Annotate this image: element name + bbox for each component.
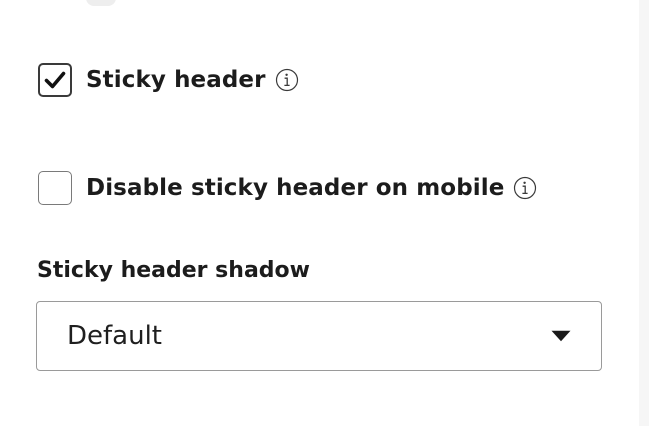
caret-down-icon	[551, 330, 571, 342]
partial-control-top	[86, 0, 116, 6]
shadow-field-label: Sticky header shadow	[37, 258, 310, 283]
shadow-select[interactable]: Default	[36, 301, 602, 371]
sticky-header-row: Sticky header	[38, 63, 299, 97]
disable-sticky-mobile-checkbox[interactable]	[38, 171, 72, 205]
sticky-header-label: Sticky header	[86, 67, 266, 93]
shadow-select-value: Default	[67, 321, 162, 351]
disable-sticky-mobile-row: Disable sticky header on mobile	[38, 171, 537, 205]
sticky-header-checkbox[interactable]	[38, 63, 72, 97]
checkmark-icon	[44, 71, 66, 89]
info-icon[interactable]	[275, 68, 299, 92]
info-icon[interactable]	[513, 176, 537, 200]
scroll-edge	[639, 0, 649, 426]
disable-sticky-mobile-label: Disable sticky header on mobile	[86, 175, 505, 201]
